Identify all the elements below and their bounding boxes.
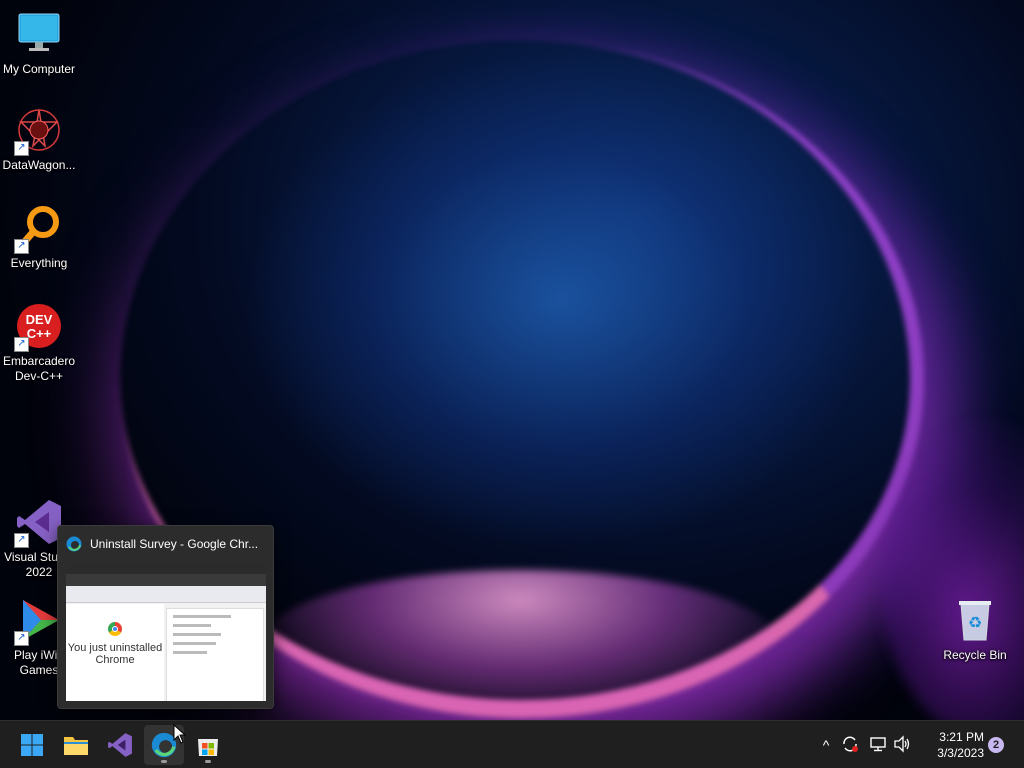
show-hidden-icons-chevron-up-icon[interactable]: ^ <box>816 735 836 755</box>
shortcut-arrow-icon: ↗ <box>14 533 29 548</box>
start-icon <box>21 734 43 756</box>
desktop-icon-my-computer[interactable]: My Computer <box>0 10 78 77</box>
file-explorer-icon <box>64 737 88 755</box>
datawagon-icon: ↗ <box>14 106 63 156</box>
taskbar: ^ 3:21 PM 3/3/2023 2 <box>0 720 1024 768</box>
desktop-icon-recycle-bin[interactable]: ♻ Recycle Bin <box>936 596 1014 663</box>
desktop-icon-label: Embarcadero Dev-C++ <box>2 354 76 383</box>
thumbnail-message: You just uninstalled Chrome <box>67 642 163 666</box>
edge-icon <box>66 536 82 552</box>
visual-studio-icon <box>108 733 132 757</box>
devcpp-icon: DEV C++ ↗ <box>14 302 63 352</box>
preview-header: Uninstall Survey - Google Chr... <box>58 526 273 562</box>
store-icon <box>198 739 218 756</box>
desktop-icon-label: Recycle Bin <box>943 648 1007 662</box>
desktop-icon-label: DataWagon... <box>2 158 76 172</box>
thumbnail-right-pane <box>166 608 264 701</box>
chrome-logo-icon <box>108 622 122 636</box>
notification-badge[interactable]: 2 <box>988 737 1004 753</box>
taskbar-file-explorer[interactable] <box>56 725 96 765</box>
shortcut-arrow-icon: ↗ <box>14 631 29 646</box>
visual-studio-icon: ↗ <box>14 498 63 548</box>
svg-text:C++: C++ <box>27 326 52 341</box>
running-indicator <box>161 760 167 763</box>
running-indicator <box>205 760 211 763</box>
preview-thumbnail[interactable]: You just uninstalled Chrome <box>66 564 266 701</box>
shortcut-arrow-icon: ↗ <box>14 239 29 254</box>
desktop-icon-label: My Computer <box>2 62 76 76</box>
shortcut-arrow-icon: ↗ <box>14 141 29 156</box>
monitor-icon <box>15 10 63 58</box>
taskbar-clock[interactable]: 3:21 PM 3/3/2023 <box>920 729 984 761</box>
desktop-icon-label: Everything <box>10 256 68 270</box>
desktop-icon-devcpp[interactable]: DEV C++ ↗ Embarcadero Dev-C++ <box>0 302 78 384</box>
volume-icon[interactable] <box>892 735 912 755</box>
desktop-icon-datawagon[interactable]: ↗ DataWagon... <box>0 106 78 173</box>
taskbar-visual-studio[interactable] <box>100 725 140 765</box>
taskbar-store[interactable] <box>188 725 228 765</box>
thumbnail-left-pane: You just uninstalled Chrome <box>66 604 164 701</box>
clock-date: 3/3/2023 <box>937 746 984 760</box>
sync-icon[interactable] <box>840 735 860 755</box>
magnifier-icon: ↗ <box>14 204 63 254</box>
network-icon[interactable] <box>868 735 888 755</box>
preview-title: Uninstall Survey - Google Chr... <box>90 537 259 551</box>
svg-text:DEV: DEV <box>26 312 53 327</box>
clock-time: 3:21 PM <box>939 730 984 744</box>
taskbar-preview-window[interactable]: Uninstall Survey - Google Chr... You jus… <box>57 525 274 709</box>
svg-text:♻: ♻ <box>968 613 982 632</box>
shortcut-arrow-icon: ↗ <box>14 337 29 352</box>
play-triangle-icon: ↗ <box>14 596 63 646</box>
start-button[interactable] <box>12 725 52 765</box>
wallpaper-glow <box>260 570 780 720</box>
desktop-icon-everything[interactable]: ↗ Everything <box>0 204 78 271</box>
recycle-bin-icon: ♻ <box>951 596 999 644</box>
